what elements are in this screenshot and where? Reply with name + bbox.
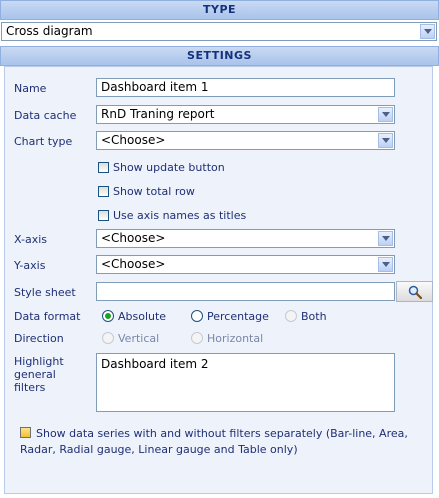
data-format-absolute-option[interactable]: Absolute	[102, 310, 166, 323]
absolute-radio[interactable]	[102, 310, 114, 322]
name-field[interactable]: Dashboard item 1	[96, 78, 395, 97]
both-radio[interactable]	[285, 310, 297, 322]
x-axis-select[interactable]: <Choose>	[96, 229, 395, 248]
highlight-label-line1: Highlight	[14, 355, 64, 368]
data-cache-value: RnD Traning report	[101, 107, 215, 121]
highlight-label-line2: general	[14, 368, 56, 381]
name-label: Name	[14, 82, 47, 95]
x-axis-value: <Choose>	[101, 231, 166, 245]
percentage-radio[interactable]	[191, 310, 203, 322]
settings-section-header: SETTINGS	[0, 46, 439, 66]
show-data-series-checkbox[interactable]	[20, 427, 31, 438]
footnote-line1: Show data series with and without filter…	[20, 426, 425, 442]
y-axis-select[interactable]: <Choose>	[96, 255, 395, 274]
percentage-label: Percentage	[207, 310, 269, 323]
highlight-label-line3: filters	[14, 381, 46, 394]
show-total-row-option[interactable]: Show total row	[98, 185, 195, 198]
chevron-down-icon[interactable]	[378, 107, 393, 122]
show-update-button-checkbox[interactable]	[98, 162, 109, 173]
data-format-percentage-option[interactable]: Percentage	[191, 310, 269, 323]
x-axis-label: X-axis	[14, 233, 47, 246]
direction-vertical-option[interactable]: Vertical	[102, 332, 159, 345]
name-field-value: Dashboard item 1	[101, 80, 209, 94]
absolute-label: Absolute	[118, 310, 167, 323]
data-format-label: Data format	[14, 310, 81, 323]
y-axis-label: Y-axis	[14, 259, 46, 272]
highlight-filters-textarea[interactable]: Dashboard item 2	[96, 353, 395, 412]
style-sheet-label: Style sheet	[14, 286, 76, 299]
type-section-header: TYPE	[0, 0, 439, 20]
show-data-series-option[interactable]: Show data series with and without filter…	[20, 426, 425, 458]
use-axis-names-label: Use axis names as titles	[113, 209, 247, 222]
chevron-down-icon[interactable]	[378, 231, 393, 246]
footnote-line2: Radar, Radial gauge, Linear gauge and Ta…	[20, 443, 298, 456]
highlight-filters-label: Highlight general filters	[14, 355, 64, 394]
direction-label: Direction	[14, 332, 64, 345]
show-total-row-checkbox[interactable]	[98, 186, 109, 197]
chevron-down-icon[interactable]	[378, 133, 393, 148]
use-axis-names-option[interactable]: Use axis names as titles	[98, 209, 246, 222]
horizontal-label: Horizontal	[207, 332, 264, 345]
vertical-label: Vertical	[118, 332, 160, 345]
chart-type-select[interactable]: <Choose>	[96, 131, 395, 150]
both-label: Both	[301, 310, 327, 323]
chevron-down-icon[interactable]	[420, 24, 435, 39]
data-format-both-option[interactable]: Both	[285, 310, 327, 323]
diagram-type-select[interactable]: Cross diagram	[1, 22, 437, 41]
vertical-radio[interactable]	[102, 332, 114, 344]
style-sheet-search-button[interactable]	[396, 281, 433, 302]
direction-horizontal-option[interactable]: Horizontal	[191, 332, 263, 345]
use-axis-names-checkbox[interactable]	[98, 210, 109, 221]
data-cache-select[interactable]: RnD Traning report	[96, 105, 395, 124]
data-cache-label: Data cache	[14, 109, 77, 122]
chart-type-label: Chart type	[14, 135, 73, 148]
chevron-down-icon[interactable]	[378, 257, 393, 272]
footnote-line1-text: Show data series with and without filter…	[36, 427, 408, 440]
highlight-filters-value: Dashboard item 2	[101, 357, 209, 371]
show-update-button-label: Show update button	[113, 161, 225, 174]
y-axis-value: <Choose>	[101, 257, 166, 271]
diagram-type-value: Cross diagram	[6, 24, 93, 38]
style-sheet-field[interactable]	[96, 282, 395, 301]
horizontal-radio[interactable]	[191, 332, 203, 344]
magnifier-icon	[408, 285, 422, 299]
show-update-button-option[interactable]: Show update button	[98, 161, 225, 174]
show-total-row-label: Show total row	[113, 185, 195, 198]
chart-type-value: <Choose>	[101, 133, 166, 147]
